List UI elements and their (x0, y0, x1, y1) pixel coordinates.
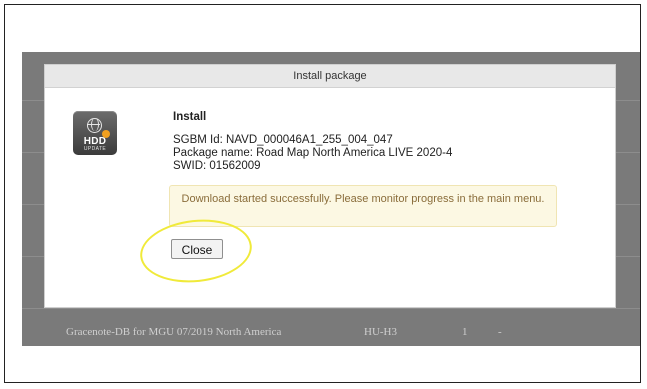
globe-icon (87, 118, 102, 133)
hdd-update-icon: HDD UPDATE (73, 111, 117, 155)
table-row-divider (22, 308, 640, 309)
install-heading: Install (173, 111, 207, 123)
install-details: Install SGBM Id: NAVD_000046A1_255_004_0… (173, 111, 573, 173)
sgbm-id: SGBM Id: NAVD_000046A1_255_004_047 (173, 134, 393, 146)
package-name-cell: Gracenote-DB for MGU 07/2019 North Ameri… (66, 326, 282, 338)
update-icon-label: UPDATE (83, 146, 107, 152)
unit-cell: HU-H3 (364, 326, 397, 338)
package-name: Package name: Road Map North America LIV… (173, 147, 453, 159)
swid: SWID: 01562009 (173, 160, 261, 172)
install-package-dialog: Install package HDD UPDATE Install SGBM … (44, 64, 616, 308)
dialog-title: Install package (45, 65, 615, 88)
download-status-notice: Download started successfully. Please mo… (169, 185, 557, 227)
count-cell: 1 (462, 326, 468, 338)
status-cell: - (498, 326, 502, 338)
